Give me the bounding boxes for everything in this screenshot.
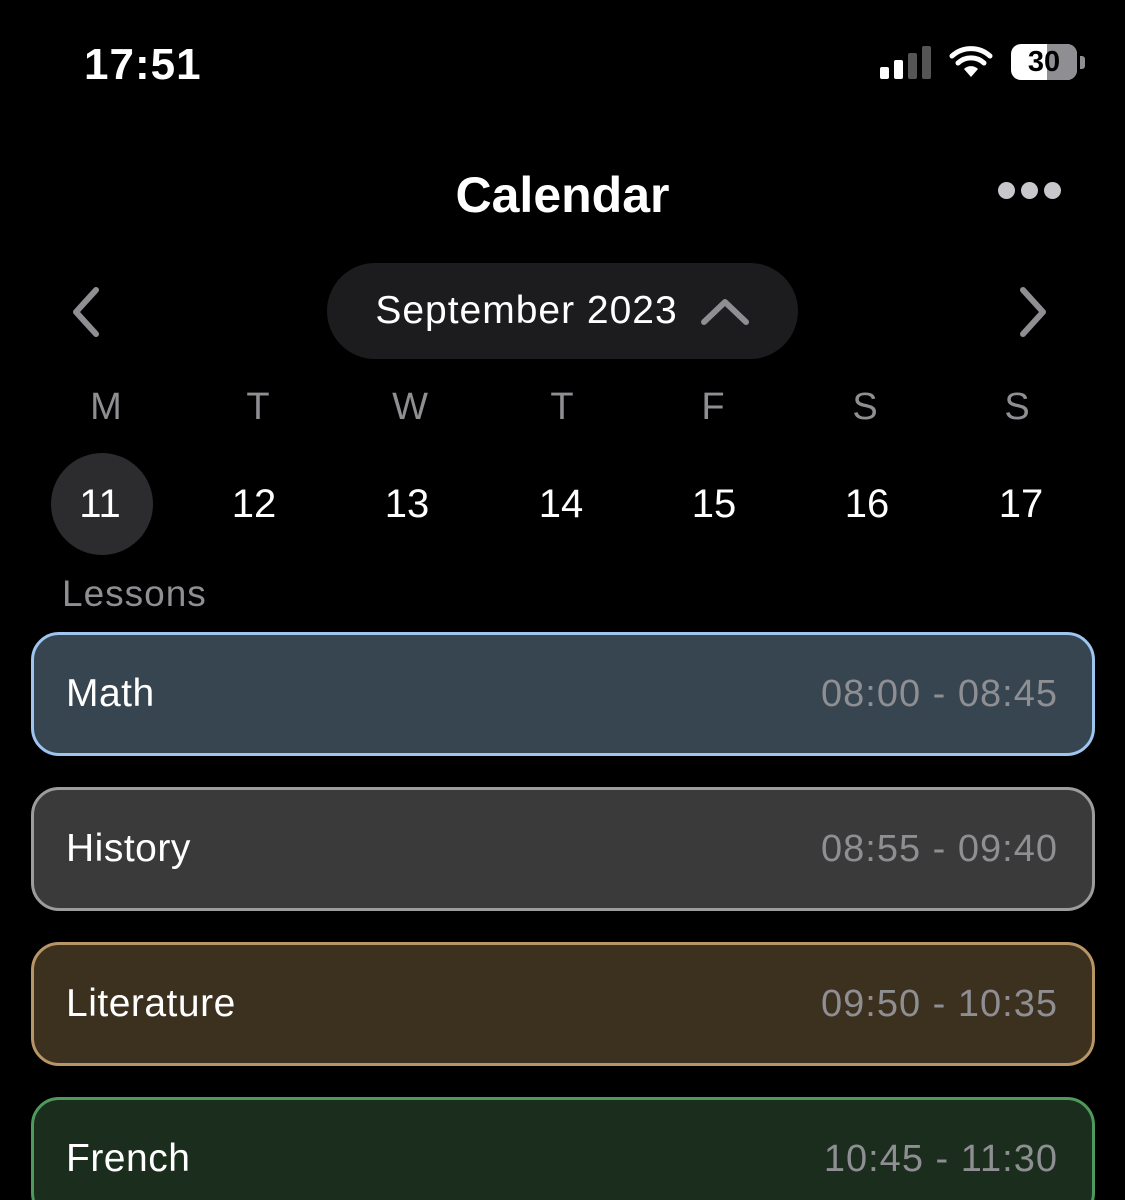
battery-level: 30	[1027, 45, 1061, 78]
ellipsis-icon	[998, 182, 1015, 199]
chevron-up-icon	[700, 299, 749, 325]
month-label: September 2023	[375, 289, 678, 332]
previous-month-button[interactable]	[66, 284, 106, 340]
lesson-name: Literature	[66, 982, 236, 1025]
day-17[interactable]: 17	[966, 481, 1076, 527]
month-picker-button[interactable]: September 2023	[327, 263, 798, 359]
more-options-button[interactable]	[998, 182, 1061, 199]
weekday-label: T	[246, 386, 270, 428]
weekday-label: W	[392, 386, 428, 428]
cellular-signal-icon	[880, 45, 931, 79]
status-indicators: 30	[880, 44, 1085, 80]
battery-icon: 30	[1011, 44, 1085, 80]
chevron-left-icon	[73, 287, 99, 337]
lessons-section-label: Lessons	[62, 573, 207, 614]
chevron-right-icon	[1020, 287, 1046, 337]
lesson-name: History	[66, 827, 191, 870]
lesson-time: 10:45 - 11:30	[823, 1137, 1058, 1180]
lesson-name: Math	[66, 672, 155, 715]
day-14[interactable]: 14	[506, 481, 616, 527]
weekday-label: F	[701, 386, 725, 428]
day-15[interactable]: 15	[659, 481, 769, 527]
wifi-icon	[949, 46, 993, 77]
lesson-time: 08:00 - 08:45	[821, 672, 1058, 715]
weekday-label: T	[550, 386, 574, 428]
next-month-button[interactable]	[1013, 284, 1053, 340]
status-time: 17:51	[84, 40, 202, 89]
day-16[interactable]: 16	[812, 481, 922, 527]
lesson-name: French	[66, 1137, 191, 1180]
weekday-label: S	[1004, 386, 1030, 428]
weekday-label: S	[852, 386, 878, 428]
calendar-screen: 17:51 30 Calendar September 2023 M T W T…	[0, 0, 1125, 1200]
lesson-time: 08:55 - 09:40	[821, 827, 1058, 870]
weekday-label: M	[90, 386, 122, 428]
lesson-card[interactable]: Literature 09:50 - 10:35	[31, 942, 1095, 1066]
day-11[interactable]: 11	[45, 481, 155, 527]
day-12[interactable]: 12	[199, 481, 309, 527]
day-13[interactable]: 13	[352, 481, 462, 527]
lesson-card[interactable]: Math 08:00 - 08:45	[31, 632, 1095, 756]
page-title: Calendar	[455, 167, 670, 223]
lesson-card[interactable]: History 08:55 - 09:40	[31, 787, 1095, 911]
lesson-card[interactable]: French 10:45 - 11:30	[31, 1097, 1095, 1200]
lesson-time: 09:50 - 10:35	[821, 982, 1058, 1025]
